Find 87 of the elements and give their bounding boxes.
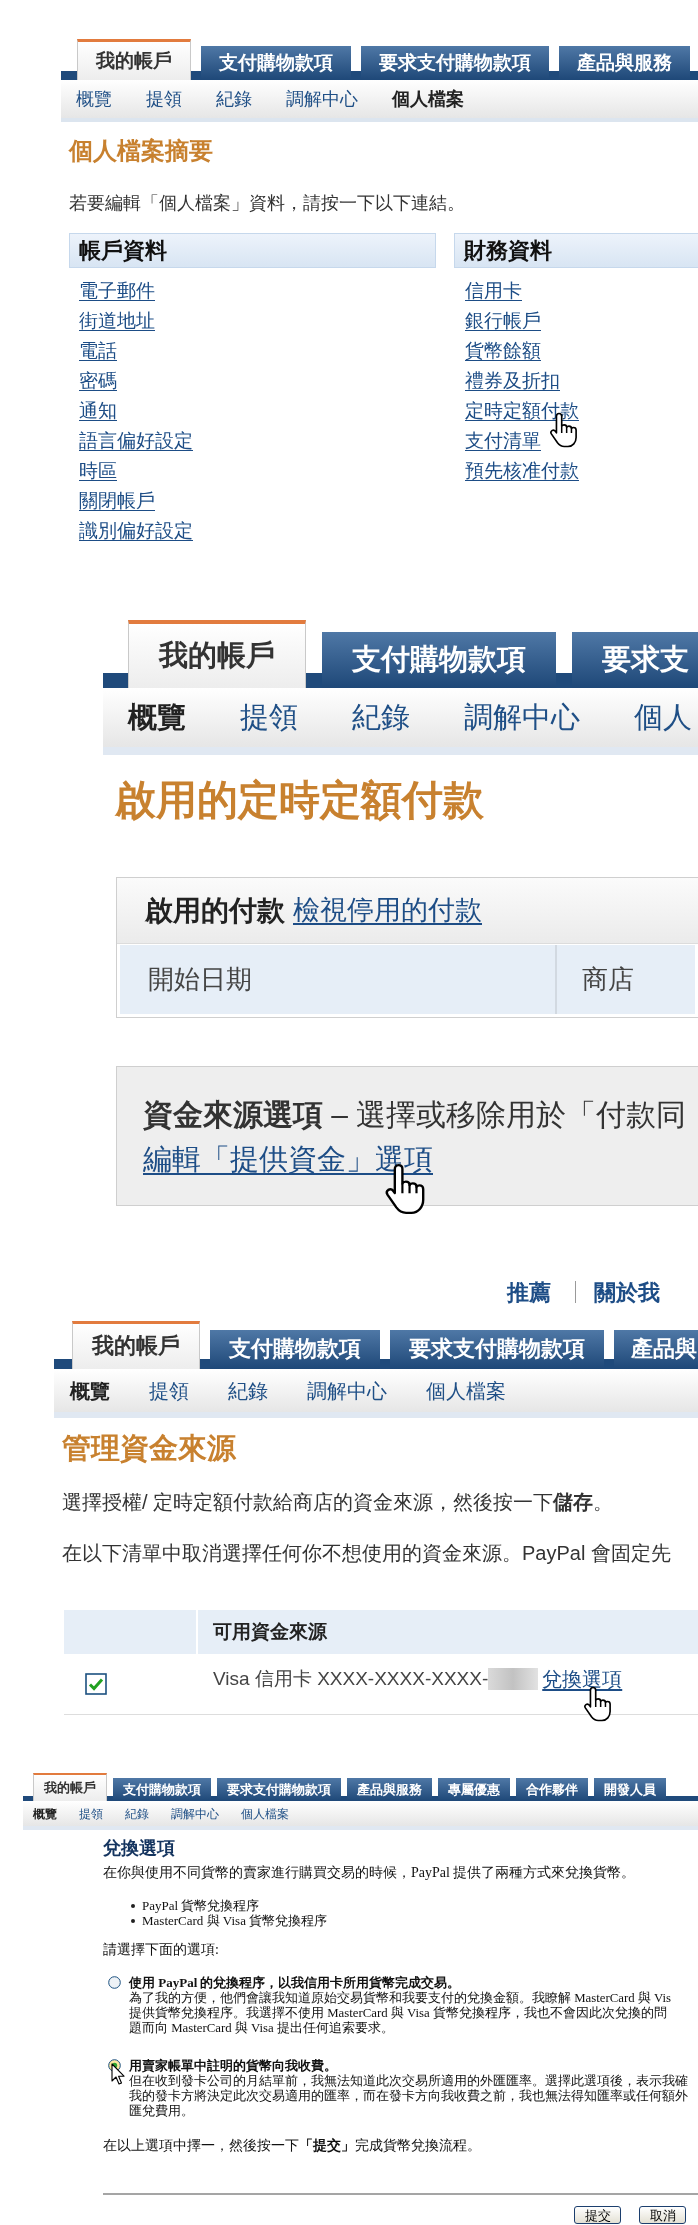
nav-tab[interactable]: 要求支付購物款項 [390,1330,604,1369]
nav-tab[interactable]: 產品與服務 [347,1778,432,1801]
nav-tab[interactable]: 支付購物款項 [210,1330,380,1369]
section-title: 兌換選項 [103,1837,175,1860]
checkbox[interactable] [85,1673,107,1695]
nav-tab[interactable]: 產品與 [614,1330,698,1369]
subnav-link[interactable]: 紀錄 [228,1375,268,1406]
subnav-link[interactable]: 提領 [146,85,182,113]
submit-button[interactable]: 提交 [574,2206,621,2224]
column-header: 可用資金來源 [198,1610,698,1654]
subnav-link[interactable]: 概覽 [76,85,112,113]
intro-text: 在你與使用不同貨幣的賣家進行購買交易的時候，PayPal 提供了兩種方式來兌換貨幣。 [103,1864,636,1882]
nav-tab[interactable]: 我的帳戶 [77,39,191,80]
column-header: 商店 [581,963,635,996]
profile-link[interactable]: 定時定額付款 [465,396,579,426]
funding-source-text: Visa 信用卡 XXXX-XXXX-XXXX- [213,1666,489,1691]
nav-tab[interactable]: 我的帳戶 [72,1321,200,1369]
profile-link[interactable]: 預先核准付款 [465,456,579,486]
body-text: 在以下清單中取消選擇任何你不想使用的資金來源。PayPal 會固定先 [62,1541,671,1566]
subnav-link[interactable]: 個人 [634,695,692,740]
nav-tab[interactable]: 產品與服務 [559,46,690,80]
exchange-options-link[interactable]: 兌換選項 [542,1664,623,1694]
subnav-link[interactable]: 概覽 [128,695,186,740]
subnav-link[interactable]: 概覽 [70,1375,110,1406]
page-title: 管理資金來源 [62,1431,236,1466]
profile-link[interactable]: 信用卡 [465,276,522,306]
profile-link[interactable]: 街道地址 [79,306,155,336]
profile-link[interactable]: 密碼 [79,366,117,396]
subnav-link[interactable]: 個人檔案 [392,85,464,113]
list-item-text: MasterCard 與 Visa 貨幣兌換程序 [142,1913,328,1928]
profile-link[interactable]: 電話 [79,336,117,366]
profile-link[interactable]: 貨幣餘額 [465,336,541,366]
nav-tab[interactable]: 我的帳戶 [128,620,306,688]
profile-link[interactable]: 通知 [79,396,117,426]
section-header: 帳戶資料 [69,233,436,268]
subnav-link[interactable]: 提領 [149,1375,189,1406]
redacted-digits-block [488,1668,539,1690]
funding-options-text: 資金來源選項 – 選擇或移除用於「付款同 [143,1097,687,1133]
page-title: 啟用的定時定額付款 [115,776,484,825]
nav-tab[interactable]: 合作夥伴 [516,1778,588,1801]
subnav-link[interactable]: 調解中心 [464,695,580,740]
nav-tab[interactable]: 開發人員 [594,1778,666,1801]
nav-tab[interactable]: 專屬優惠 [438,1778,510,1801]
instruction-text: 在以上選項中擇一，然後按一下「提交」完成貨幣兌換流程。 [103,2137,481,2155]
option-description: 但在收到發卡公司的月結單前，我無法知道此次交易所適用的外匯匯率。選擇此選項後，表示我確 我的發卡方將決定此次交易適用的匯率，而在發卡方向我收費之前，我也無法得知匯率或任何額外 匯兌費用。 [129,2074,688,2119]
page-title: 個人檔案摘要 [69,136,213,166]
subnav-link[interactable]: 紀錄 [125,1804,149,1823]
table-title: 啟用的付款 [145,893,285,928]
prompt-text: 請選擇下面的選項: [103,1941,219,1959]
bullet-icon [131,1903,135,1908]
profile-link[interactable]: 識別偏好設定 [79,516,193,546]
radio-button[interactable] [108,1976,121,1989]
subnav-link[interactable]: 個人檔案 [241,1804,289,1823]
profile-link[interactable]: 語言偏好設定 [79,426,193,456]
profile-link[interactable]: 銀行帳戶 [465,306,541,336]
subnav-link[interactable]: 個人檔案 [426,1375,506,1406]
nav-tab[interactable]: 要求支付購物款項 [217,1778,341,1801]
subnav-link[interactable]: 紀錄 [352,695,410,740]
profile-link[interactable]: 關閉帳戶 [79,486,155,516]
nav-tab[interactable]: 我的帳戶 [33,1773,107,1801]
profile-link[interactable]: 禮券及折扣 [465,366,560,396]
section-header: 財務資料 [454,233,698,268]
top-link[interactable]: 關於我 [594,1275,660,1309]
intro-text: 若要編輯「個人檔案」資料，請按一下以下連結。 [69,192,465,215]
nav-tab[interactable]: 支付購物款項 [113,1778,211,1801]
arrow-cursor-icon [111,2063,125,2085]
column-header: 開始日期 [120,945,557,1014]
bullet-icon [131,1918,135,1923]
option-label: 使用 PayPal 的兌換程序，以我信用卡所用貨幣完成交易。 [129,1974,461,1991]
profile-link[interactable]: 電子郵件 [79,276,155,306]
option-label: 用賣家帳單中註明的貨幣向我收費。 [129,2057,337,2074]
body-text: 選擇授權/ 定時定額付款給商店的資金來源，然後按一下儲存。 [62,1490,614,1515]
nav-tab[interactable]: 要求支付購物款項 [361,46,549,80]
subnav-link[interactable]: 調解中心 [307,1375,387,1406]
subnav-link[interactable]: 調解中心 [171,1804,219,1823]
subnav-link[interactable]: 概覽 [33,1804,57,1823]
option-description: 為了我的方便，他們會讓我知道原始交易貨幣和我要支付的兌換金額。我瞭解 MasterCard 與 Vis 提供貨幣兌換程序。我選擇不使用 MasterCard 與 Visa 貨幣兌換程序，我也不會因此次兌換的問 題而向 MasterCard 與 Visa 提出任何追索要求。 [129,1991,672,2036]
nav-tab[interactable]: 支付購物款項 [201,46,351,80]
subnav-link[interactable]: 提領 [79,1804,103,1823]
profile-link[interactable]: 支付清單 [465,426,541,456]
list-item-text: PayPal 貨幣兌換程序 [142,1898,260,1913]
top-link[interactable]: 推薦 [507,1275,551,1309]
cancel-button[interactable]: 取消 [639,2206,686,2224]
subnav-link[interactable]: 紀錄 [216,85,252,113]
profile-link[interactable]: 時區 [79,456,117,486]
subnav-link[interactable]: 提領 [240,695,298,740]
subnav-link[interactable]: 調解中心 [286,85,358,113]
